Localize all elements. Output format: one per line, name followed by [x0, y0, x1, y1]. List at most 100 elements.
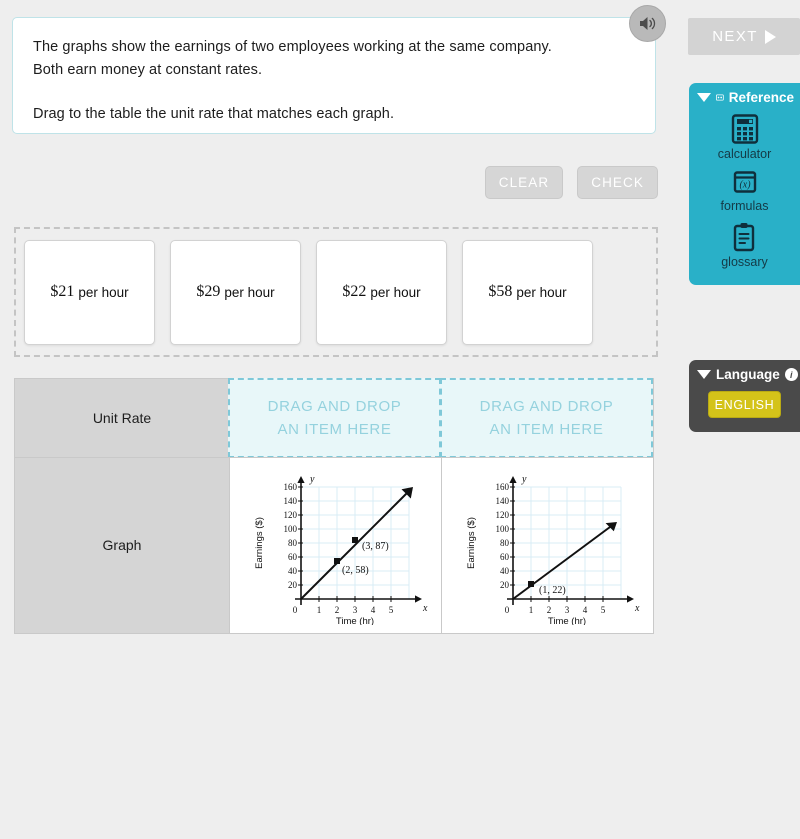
tile-unit: per hour — [516, 284, 567, 300]
svg-text:120: 120 — [283, 510, 297, 520]
clear-button[interactable]: CLEAR — [484, 166, 564, 199]
triangle-down-icon — [697, 93, 711, 102]
dropzone-1[interactable]: DRAG AND DROP AN ITEM HERE — [228, 378, 441, 458]
right-rail: NEXT Reference calculator (x) formulas g… — [675, 0, 800, 839]
svg-text:80: 80 — [500, 538, 510, 548]
check-button[interactable]: CHECK — [577, 166, 658, 199]
draggable-tile[interactable]: $58 per hour — [462, 239, 593, 345]
triangle-right-icon — [764, 29, 776, 44]
row-header-unit-rate: Unit Rate — [15, 379, 229, 457]
audio-play-button[interactable] — [629, 5, 666, 42]
svg-text:140: 140 — [283, 496, 297, 506]
tile-unit: per hour — [78, 284, 129, 300]
svg-text:4: 4 — [370, 605, 375, 615]
y-axis-label: Earnings ($) — [466, 517, 477, 569]
language-english-button[interactable]: ENGLISH — [708, 391, 781, 418]
x-tick-labels: 1 2 3 4 5 0 — [292, 605, 393, 615]
prompt-line-3: Drag to the table the unit rate that mat… — [33, 106, 395, 122]
tile-unit: per hour — [224, 284, 275, 300]
activity-stage: The graphs show the earnings of two empl… — [0, 0, 800, 839]
svg-text:40: 40 — [288, 566, 298, 576]
svg-text:(x): (x) — [739, 180, 751, 191]
svg-text:1: 1 — [316, 605, 321, 615]
calculator-icon — [731, 114, 758, 144]
dropzone-2[interactable]: DRAG AND DROP AN ITEM HERE — [440, 378, 653, 458]
x-axis-name: x — [634, 603, 640, 614]
svg-text:40: 40 — [500, 566, 510, 576]
language-panel-title: Language — [716, 367, 780, 382]
reference-item-label: calculator — [717, 147, 772, 161]
dropzone-text-line-1: DRAG AND DROP — [267, 397, 402, 415]
svg-text:3: 3 — [564, 605, 569, 615]
svg-text:60: 60 — [500, 552, 510, 562]
formulas-icon: (x) — [733, 171, 756, 193]
tile-amount: $58 — [488, 283, 513, 300]
reference-panel-header[interactable]: Reference — [689, 83, 800, 112]
tile-unit: per hour — [370, 284, 421, 300]
x-axis-arrow — [414, 595, 422, 603]
svg-text:160: 160 — [495, 482, 509, 492]
graph-cell-1: 160 140 120 100 80 60 40 20 1 2 3 4 5 0 … — [229, 457, 441, 633]
data-point-label: (1, 22) — [539, 585, 566, 596]
drag-item-tray: $21 per hour $29 per hour $22 per hour $… — [14, 227, 658, 357]
x-tick-labels: 1 2 3 4 5 0 — [504, 605, 605, 615]
table-row-unit-rate: Unit Rate DRAG AND DROP AN ITEM HERE DRA… — [15, 378, 653, 458]
y-axis-name: y — [521, 474, 527, 485]
prompt-box: The graphs show the earnings of two empl… — [12, 17, 656, 134]
draggable-tile[interactable]: $29 per hour — [170, 239, 301, 345]
data-point-label: (2, 58) — [342, 565, 369, 576]
x-axis-label: Time (hr) — [547, 616, 585, 625]
dropzone-text-line-2: AN ITEM HERE — [489, 420, 604, 438]
y-axis-label: Earnings ($) — [254, 517, 265, 569]
svg-text:140: 140 — [495, 496, 509, 506]
y-tick-labels: 160 140 120 100 80 60 40 20 — [283, 482, 297, 590]
y-tick-labels: 160 140 120 100 80 60 40 20 — [495, 482, 509, 590]
svg-text:2: 2 — [546, 605, 551, 615]
earnings-graph-1: 160 140 120 100 80 60 40 20 1 2 3 4 5 0 … — [254, 474, 428, 625]
row-header-graph: Graph — [15, 457, 229, 633]
next-button[interactable]: NEXT — [688, 18, 800, 55]
tile-amount: $29 — [196, 283, 221, 300]
tile-amount: $22 — [342, 283, 367, 300]
svg-text:0: 0 — [292, 605, 297, 615]
draggable-tile[interactable]: $21 per hour — [24, 239, 155, 345]
svg-text:5: 5 — [388, 605, 393, 615]
svg-text:20: 20 — [288, 580, 298, 590]
clipboard-icon — [734, 223, 755, 252]
y-axis-name: y — [309, 474, 315, 485]
data-point-label: (3, 87) — [362, 541, 389, 552]
reference-panel-title: Reference — [728, 90, 794, 105]
reference-item-label: glossary — [721, 255, 768, 269]
table-row-graph: Graph 160 140 120 100 80 60 40 20 1 2 3 … — [15, 456, 653, 633]
reference-item-formulas[interactable]: (x) formulas — [721, 168, 768, 217]
data-point-marker — [351, 537, 358, 544]
reference-item-glossary[interactable]: glossary — [721, 220, 768, 273]
draggable-tile[interactable]: $22 per hour — [316, 239, 447, 345]
next-button-label: NEXT — [712, 28, 758, 45]
svg-text:3: 3 — [352, 605, 357, 615]
answer-table: Unit Rate DRAG AND DROP AN ITEM HERE DRA… — [14, 378, 654, 634]
language-panel-header[interactable]: Language i — [689, 360, 800, 389]
earnings-graph-2: 160 140 120 100 80 60 40 20 1 2 3 4 5 0 … — [466, 474, 640, 625]
svg-text:120: 120 — [495, 510, 509, 520]
x-axis-name: x — [422, 603, 428, 614]
dropzone-text-line-1: DRAG AND DROP — [479, 397, 614, 415]
info-icon[interactable]: i — [784, 368, 798, 381]
language-panel: Language i ENGLISH — [689, 360, 800, 432]
x-axis-arrow — [626, 595, 634, 603]
data-point-marker — [527, 581, 534, 588]
speaker-icon — [640, 17, 656, 30]
y-axis-arrow — [296, 476, 305, 484]
svg-text:100: 100 — [495, 524, 509, 534]
svg-text:20: 20 — [500, 580, 510, 590]
svg-text:5: 5 — [600, 605, 605, 615]
svg-text:60: 60 — [288, 552, 298, 562]
svg-text:2: 2 — [334, 605, 339, 615]
prompt-spacer — [33, 82, 633, 103]
svg-text:160: 160 — [283, 482, 297, 492]
graph-cell-2: 160 140 120 100 80 60 40 20 1 2 3 4 5 0 … — [441, 457, 653, 633]
reference-item-calculator[interactable]: calculator — [717, 112, 772, 165]
svg-text:0: 0 — [504, 605, 509, 615]
x-axis-label: Time (hr) — [335, 616, 373, 625]
triangle-down-icon — [697, 370, 711, 379]
